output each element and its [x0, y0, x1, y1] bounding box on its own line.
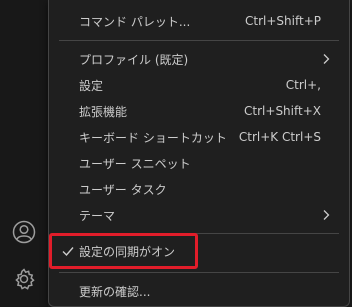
menu-item-label: 設定の同期がオン [79, 244, 176, 259]
chevron-right-icon [321, 209, 331, 224]
activity-bar [0, 0, 48, 307]
menu-item-user-snippets[interactable]: ユーザー スニペット [53, 150, 345, 176]
menu-item-profile[interactable]: プロファイル (既定) [53, 46, 345, 72]
menu-item-label: コマンド パレット... [79, 14, 191, 29]
manage-context-menu: コマンド パレット... Ctrl+Shift+P プロファイル (既定) 設定… [48, 0, 350, 307]
menu-item-label: キーボード ショートカット [79, 130, 227, 145]
menu-item-shortcut: Ctrl+K Ctrl+S [238, 130, 321, 144]
vscode-window: コマンド パレット... Ctrl+Shift+P プロファイル (既定) 設定… [0, 0, 352, 307]
menu-item-theme[interactable]: テーマ [53, 202, 345, 228]
menu-item-label: プロファイル (既定) [79, 52, 189, 67]
menu-separator [59, 233, 339, 234]
menu-item-shortcut: Ctrl+Shift+P [245, 14, 321, 28]
menu-item-settings[interactable]: 設定 Ctrl+, [53, 72, 345, 98]
menu-separator [59, 40, 339, 41]
menu-item-keyboard-shortcuts[interactable]: キーボード ショートカット Ctrl+K Ctrl+S [53, 124, 345, 150]
menu-item-shortcut: Ctrl+Shift+X [244, 104, 321, 118]
chevron-right-icon [321, 53, 331, 68]
menu-item-check-updates[interactable]: 更新の確認... [53, 278, 345, 304]
menu-item-shortcut: Ctrl+, [285, 78, 321, 92]
menu-item-label: 拡張機能 [79, 104, 128, 119]
menu-item-extensions[interactable]: 拡張機能 Ctrl+Shift+X [53, 98, 345, 124]
account-icon[interactable] [11, 219, 37, 245]
menu-item-command-palette[interactable]: コマンド パレット... Ctrl+Shift+P [53, 8, 345, 34]
menu-item-label: 更新の確認... [79, 284, 151, 299]
menu-item-label: テーマ [79, 208, 116, 223]
menu-item-label: 設定 [79, 78, 104, 93]
check-icon [61, 244, 75, 261]
menu-item-label: ユーザー タスク [79, 182, 167, 197]
menu-item-user-tasks[interactable]: ユーザー タスク [53, 176, 345, 202]
gear-icon[interactable] [11, 266, 37, 292]
menu-item-label: ユーザー スニペット [79, 156, 191, 171]
menu-separator [59, 272, 339, 273]
menu-item-settings-sync[interactable]: 設定の同期がオン [53, 238, 345, 264]
